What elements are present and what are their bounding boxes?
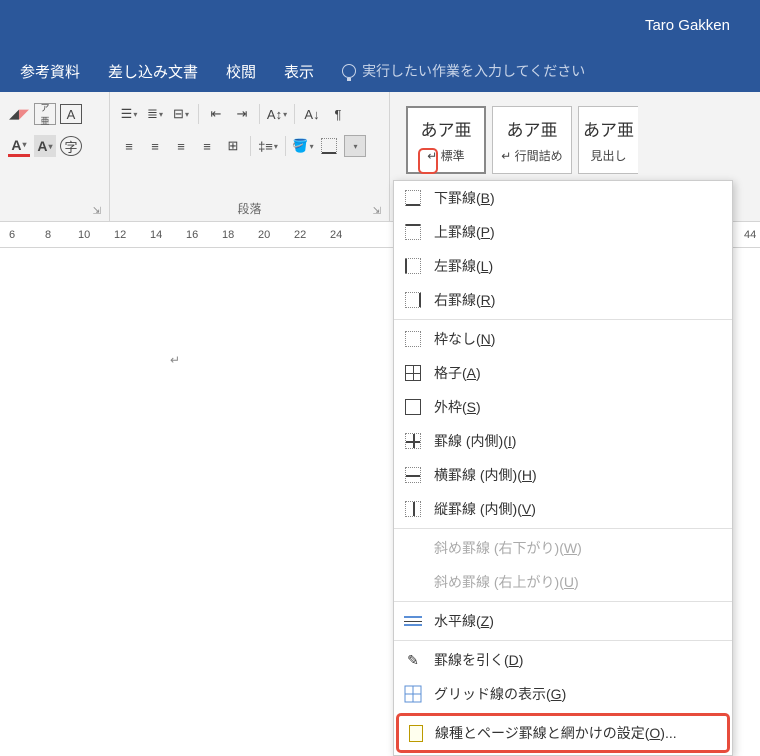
tell-me-placeholder: 実行したい作業を入力してください bbox=[362, 61, 585, 81]
menu-horizontal-line[interactable]: 水平線(Z) bbox=[394, 604, 732, 638]
menu-borders-shading-settings[interactable]: 線種とページ罫線と網かけの設定(O)... bbox=[399, 716, 727, 750]
highlight-icon[interactable]: A▾ bbox=[34, 135, 56, 157]
menu-border-none[interactable]: 枠なし(N) bbox=[394, 322, 732, 356]
menu-border-all[interactable]: 格子(A) bbox=[394, 356, 732, 390]
ribbon-group-paragraph: ☰▾ ≣▾ ⊟▾ ⇤ ⇥ A↕▾ A↓ ¶ ≡ ≡ ≡ ≡ ⊞ ‡≡▾ bbox=[110, 92, 390, 221]
decrease-indent-icon[interactable]: ⇤ bbox=[205, 103, 227, 125]
font-color-icon[interactable]: A▾ bbox=[8, 135, 30, 157]
menu-border-inside-v[interactable]: 縦罫線 (内側)(V) bbox=[394, 492, 732, 526]
shading-icon[interactable]: 🪣▾ bbox=[292, 135, 314, 157]
distribute-icon[interactable]: ⊞ bbox=[222, 135, 244, 157]
dialog-launcher-icon[interactable]: ⇲ bbox=[93, 206, 101, 217]
menu-view-gridlines[interactable]: グリッド線の表示(G) bbox=[394, 677, 732, 711]
menu-border-left[interactable]: 左罫線(L) bbox=[394, 249, 732, 283]
sort-icon[interactable]: A↓ bbox=[301, 103, 323, 125]
group-label-paragraph: 段落⇲ bbox=[118, 198, 381, 219]
line-spacing-icon[interactable]: ‡≡▾ bbox=[257, 135, 279, 157]
numbering-icon[interactable]: ≣▾ bbox=[144, 103, 166, 125]
tab-review[interactable]: 校閲 bbox=[226, 61, 256, 82]
ribbon-tabs: 参考資料 差し込み文書 校閲 表示 実行したい作業を入力してください bbox=[0, 50, 760, 92]
tell-me-search[interactable]: 実行したい作業を入力してください bbox=[342, 61, 585, 81]
align-justify-icon[interactable]: ≡ bbox=[196, 135, 218, 157]
menu-border-inside[interactable]: 罫線 (内側)(I) bbox=[394, 424, 732, 458]
menu-border-top[interactable]: 上罫線(P) bbox=[394, 215, 732, 249]
menu-border-bottom[interactable]: 下罫線(B) bbox=[394, 181, 732, 215]
character-border-icon[interactable]: A bbox=[60, 104, 82, 124]
style-normal[interactable]: あア亜 ↵ 標準 bbox=[406, 106, 486, 174]
paragraph-mark-icon: ↵ bbox=[170, 353, 180, 367]
borders-dropdown-button[interactable]: ▾ bbox=[344, 135, 366, 157]
menu-draw-table[interactable]: ✎罫線を引く(D) bbox=[394, 643, 732, 677]
menu-diagonal-up: 斜め罫線 (右上がり)(U) bbox=[394, 565, 732, 599]
eraser-icon[interactable]: ◢◤ bbox=[8, 103, 30, 125]
menu-separator bbox=[394, 319, 732, 320]
menu-separator bbox=[394, 640, 732, 641]
tab-view[interactable]: 表示 bbox=[284, 61, 314, 82]
show-marks-icon[interactable]: ¶ bbox=[327, 103, 349, 125]
borders-dropdown-menu: 下罫線(B) 上罫線(P) 左罫線(L) 右罫線(R) 枠なし(N) 格子(A)… bbox=[393, 180, 733, 756]
menu-border-outside[interactable]: 外枠(S) bbox=[394, 390, 732, 424]
title-bar: Taro Gakken bbox=[0, 0, 760, 50]
lightbulb-icon bbox=[342, 64, 356, 78]
align-center-icon[interactable]: ≡ bbox=[144, 135, 166, 157]
dialog-launcher-icon[interactable]: ⇲ bbox=[373, 206, 381, 217]
menu-separator bbox=[394, 528, 732, 529]
align-right-icon[interactable]: ≡ bbox=[170, 135, 192, 157]
user-name: Taro Gakken bbox=[645, 17, 730, 34]
menu-diagonal-down: 斜め罫線 (右下がり)(W) bbox=[394, 531, 732, 565]
style-no-spacing[interactable]: あア亜 ↵ 行間詰め bbox=[492, 106, 572, 174]
menu-separator bbox=[394, 601, 732, 602]
group-label-font: ⇲ bbox=[8, 201, 101, 219]
text-direction-icon[interactable]: A↕▾ bbox=[266, 103, 288, 125]
phonetic-guide-icon[interactable]: ア亜 bbox=[34, 103, 56, 125]
menu-border-inside-h[interactable]: 横罫線 (内側)(H) bbox=[394, 458, 732, 492]
multilevel-icon[interactable]: ⊟▾ bbox=[170, 103, 192, 125]
highlight-box-settings: 線種とページ罫線と網かけの設定(O)... bbox=[396, 713, 730, 753]
borders-icon[interactable] bbox=[318, 135, 340, 157]
bullets-icon[interactable]: ☰▾ bbox=[118, 103, 140, 125]
style-heading[interactable]: あア亜 見出し bbox=[578, 106, 638, 174]
align-left-icon[interactable]: ≡ bbox=[118, 135, 140, 157]
increase-indent-icon[interactable]: ⇥ bbox=[231, 103, 253, 125]
ribbon-group-font-extra: ◢◤ ア亜 A A▾ A▾ 字 ⇲ bbox=[0, 92, 110, 221]
pencil-icon: ✎ bbox=[404, 651, 422, 669]
enclose-char-icon[interactable]: 字 bbox=[60, 136, 82, 156]
page-icon bbox=[409, 725, 423, 742]
menu-border-right[interactable]: 右罫線(R) bbox=[394, 283, 732, 317]
tab-references[interactable]: 参考資料 bbox=[20, 61, 80, 82]
tab-mailings[interactable]: 差し込み文書 bbox=[108, 61, 198, 82]
